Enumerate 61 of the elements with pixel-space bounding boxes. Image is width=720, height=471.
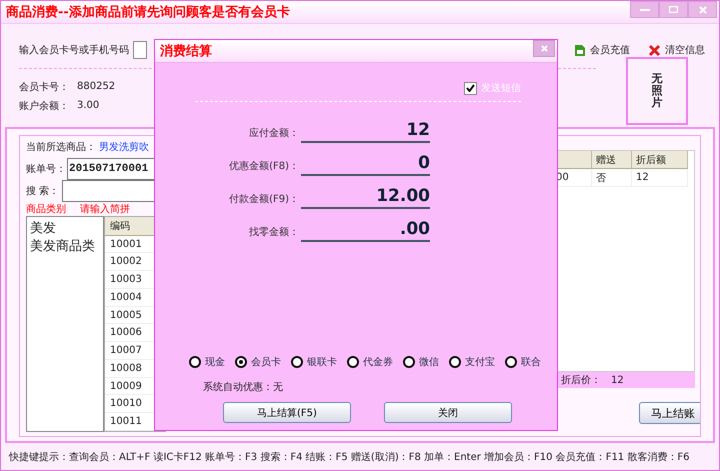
amount-label: 应付金额： [248,126,299,141]
action-link[interactable]: 清空信息 [665,43,705,57]
check-icon [466,84,475,92]
category-item[interactable]: 美发 [30,219,100,237]
amount-field[interactable]: 12.00 [301,186,430,209]
field-value: 男发洗剪吹 [99,140,149,154]
radio-button[interactable] [505,356,517,368]
checkout-button[interactable]: 马上结账 [639,402,700,424]
radio-button[interactable] [449,356,461,368]
close-icon [698,6,706,14]
radio-button[interactable] [291,356,303,368]
action-link[interactable]: 会员充值 [590,43,630,57]
radio-label: 微信 [419,356,439,369]
radio-label: 代金券 [363,356,393,369]
checkbox-label: 发送短信 [481,82,521,95]
amount-field[interactable]: 0 [301,153,430,176]
radio-label: 银联卡 [307,356,337,369]
search-label: 输入会员卡号或手机号码 [19,44,129,57]
photo-text: 无照片 [652,72,662,110]
amount-label: 付款金额(F9)： [228,192,299,207]
field-label: 会员卡号： [19,80,69,94]
field-label: 当前所选商品： [26,140,96,154]
radio-button[interactable] [235,356,247,368]
amount-label: 找零金额： [248,226,299,240]
dialog-title: 消费结算 [159,43,212,60]
radio-button[interactable] [347,356,359,368]
column-header: 赠送 [592,151,632,169]
field-value: 880252 [77,81,116,92]
field-label: 账单号： [26,162,66,176]
radio-button[interactable] [189,356,201,368]
dialog-button[interactable]: 关闭 [384,402,512,423]
radio-label: 会员卡 [251,356,281,369]
radio-label: 现金 [205,356,225,369]
maximize-icon [669,6,678,13]
radio-button[interactable] [403,356,415,368]
radio-label: 支付宝 [465,356,495,369]
dialog-button[interactable]: 马上结算(F5) [223,402,351,423]
table-cell: 否 [592,169,632,187]
card-number-field[interactable] [133,41,147,59]
category-item[interactable]: 美发商品类 [30,237,100,255]
amount-field[interactable]: 12 [301,120,430,143]
window-title: 商品消费--添加商品前请先询问顾客是否有会员卡 [5,4,290,21]
radio-label: 联合 [521,356,541,369]
minimize-icon [640,8,650,12]
shortcut-hint: 快捷键提示：查询会员：ALT+F 读IC卡F12 账单号：F3 搜索：F4 结账：F5 赠送(取消)：F8 加单：Enter 增加会员：F10 会员充值：F11 散客消费：F6 [8,450,690,464]
section-label: 商品类别 [26,202,66,216]
close-icon [648,44,661,56]
total-value: 12 [611,374,624,386]
document-icon [574,44,586,56]
field-value: 3.00 [77,100,100,111]
column-header: 折后额 [632,151,688,169]
total-label: 折后价： [561,374,601,387]
close-icon [540,45,548,52]
checkbox[interactable] [464,82,477,94]
table-cell: 12 [632,169,688,187]
hint-text: 请输入简拼 [80,202,130,216]
field-label: 账户余额： [19,100,69,112]
discount-text: 系统自动优惠：无 [203,380,284,394]
amount-field[interactable]: .00 [301,219,430,242]
field-label: 搜 索： [26,184,60,198]
amount-label: 优惠金额(F8)： [228,160,299,174]
